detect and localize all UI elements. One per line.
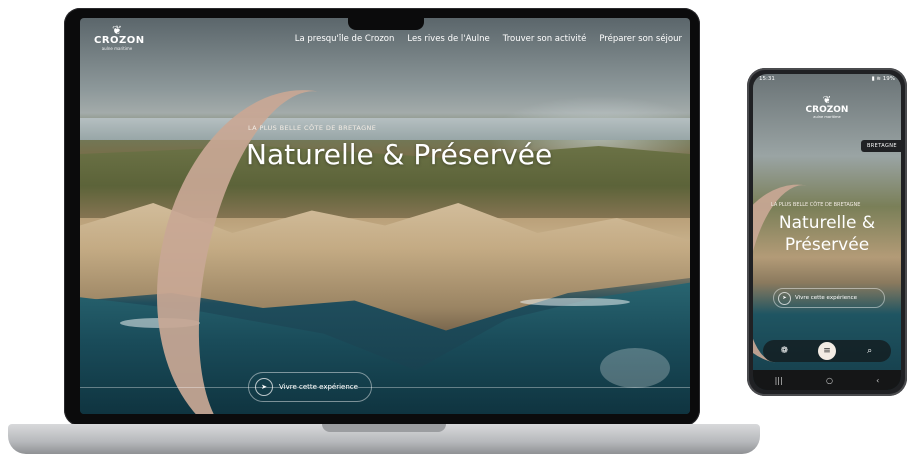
- experience-button[interactable]: ➤ Vivre cette expérience: [248, 372, 372, 402]
- camera-notch: [348, 14, 424, 30]
- menu-icon[interactable]: ≡: [817, 342, 836, 360]
- hero-kicker: LA PLUS BELLE CÔTE DE BRETAGNE: [248, 124, 377, 132]
- foam: [600, 348, 670, 388]
- logo-sub: aulne maritime: [813, 115, 841, 119]
- experience-button-label: Vivre cette expérience: [279, 383, 358, 391]
- home-icon[interactable]: ○: [826, 376, 833, 385]
- nav-presquile[interactable]: La presqu'île de Crozon: [295, 34, 395, 44]
- hero-title: Naturelle & Préservée: [778, 213, 876, 255]
- shell-icon[interactable]: ❁: [775, 342, 793, 360]
- nav-preparer-sejour[interactable]: Préparer son séjour: [599, 34, 682, 44]
- logo-name: CROZON: [805, 105, 849, 115]
- bretagne-badge[interactable]: BRETAGNE: [860, 140, 901, 152]
- divider: [80, 387, 690, 388]
- sea-horizon: [80, 118, 690, 140]
- logo-sub: aulne maritime: [101, 46, 133, 51]
- experience-button[interactable]: ➤ Vivre cette expérience: [773, 288, 885, 308]
- laptop-screen: ❦ CROZON aulne maritime La presqu'île de…: [80, 18, 690, 414]
- status-bar: 15:31 ▮ ≋ 19%: [759, 76, 895, 82]
- foam: [520, 298, 630, 306]
- main-nav: La presqu'île de Crozon Les rives de l'A…: [295, 34, 682, 44]
- phone-screen: 15:31 ▮ ≋ 19% ❦ CROZON aulne maritime BR…: [753, 74, 901, 390]
- nav-trouver-activite[interactable]: Trouver son activité: [503, 34, 587, 44]
- nav-rives-aulne[interactable]: Les rives de l'Aulne: [407, 34, 489, 44]
- system-nav-bar: ||| ○ ‹: [753, 370, 901, 390]
- recent-apps-icon[interactable]: |||: [775, 376, 783, 385]
- navigation-arrow-icon: ➤: [255, 378, 273, 396]
- logo-name: CROZON: [94, 35, 145, 46]
- navigation-arrow-icon: ➤: [778, 291, 791, 305]
- hero-kicker: LA PLUS BELLE CÔTE DE BRETAGNE: [771, 202, 861, 208]
- site-logo[interactable]: ❦ CROZON aulne maritime: [801, 96, 853, 120]
- status-battery: ▮ ≋ 19%: [871, 76, 895, 82]
- laptop-groove: [322, 424, 446, 432]
- site-logo[interactable]: ❦ CROZON aulne maritime: [94, 24, 145, 51]
- bottom-toolbar: ❁ ≡ ⌕: [763, 340, 891, 362]
- hero-title: Naturelle & Préservée: [246, 138, 553, 171]
- experience-button-label: Vivre cette expérience: [795, 295, 858, 301]
- back-icon[interactable]: ‹: [876, 376, 879, 385]
- search-icon[interactable]: ⌕: [861, 342, 879, 360]
- status-time: 15:31: [759, 76, 775, 82]
